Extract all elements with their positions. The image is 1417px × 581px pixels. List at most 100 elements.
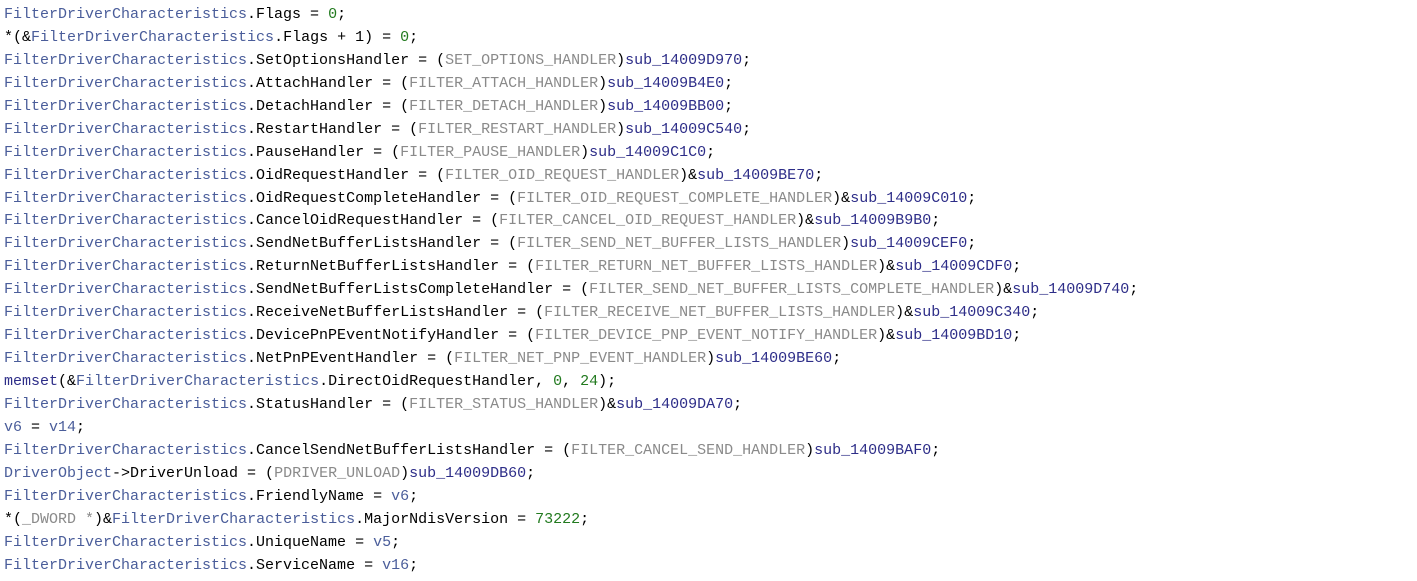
driver-object: DriverObject bbox=[4, 465, 112, 482]
function-ref: sub_14009C1C0 bbox=[589, 144, 706, 161]
struct-ref: FilterDriverCharacteristics bbox=[4, 6, 247, 23]
address-of: & bbox=[607, 396, 616, 413]
function-ref: sub_14009D970 bbox=[625, 52, 742, 69]
function-ref: sub_14009C010 bbox=[850, 190, 967, 207]
punct: ; bbox=[1030, 304, 1039, 321]
type-cast: FILTER_RECEIVE_NET_BUFFER_LISTS_HANDLER bbox=[544, 304, 895, 321]
local-var: v14 bbox=[49, 419, 76, 436]
punct: ); bbox=[598, 373, 616, 390]
struct-ref: FilterDriverCharacteristics bbox=[4, 327, 247, 344]
punct: ; bbox=[1012, 258, 1021, 275]
address-of: & bbox=[886, 327, 895, 344]
member: .NetPnPEventHandler = ( bbox=[247, 350, 454, 367]
member: .UniqueName = bbox=[247, 534, 373, 551]
function-ref: sub_14009C540 bbox=[625, 121, 742, 138]
member: .MajorNdisVersion = bbox=[355, 511, 535, 528]
function-ref: sub_14009BD10 bbox=[895, 327, 1012, 344]
struct-ref: FilterDriverCharacteristics bbox=[76, 373, 319, 390]
member: .CancelSendNetBufferListsHandler = ( bbox=[247, 442, 571, 459]
local-var: v6 bbox=[4, 419, 22, 436]
member: .ReceiveNetBufferListsHandler = ( bbox=[247, 304, 544, 321]
type-cast: FILTER_SEND_NET_BUFFER_LISTS_COMPLETE_HA… bbox=[589, 281, 994, 298]
punct: ; bbox=[580, 511, 589, 528]
address-of: & bbox=[688, 167, 697, 184]
operator: )& bbox=[94, 511, 112, 528]
address-of: & bbox=[805, 212, 814, 229]
punct: ; bbox=[931, 442, 940, 459]
member: .Flags + 1) = bbox=[274, 29, 400, 46]
type-cast: FILTER_NET_PNP_EVENT_HANDLER bbox=[454, 350, 706, 367]
numeric-literal: 24 bbox=[580, 373, 598, 390]
operator: = bbox=[22, 419, 49, 436]
member: .StatusHandler = ( bbox=[247, 396, 409, 413]
struct-ref: FilterDriverCharacteristics bbox=[4, 144, 247, 161]
punct: ; bbox=[724, 98, 733, 115]
struct-ref: FilterDriverCharacteristics bbox=[4, 98, 247, 115]
type-cast: _DWORD * bbox=[22, 511, 94, 528]
punct: ; bbox=[742, 121, 751, 138]
type-cast: FILTER_DETACH_HANDLER bbox=[409, 98, 598, 115]
type-cast: FILTER_CANCEL_OID_REQUEST_HANDLER bbox=[499, 212, 796, 229]
struct-ref: FilterDriverCharacteristics bbox=[4, 258, 247, 275]
punct: ; bbox=[724, 75, 733, 92]
type-cast: FILTER_RETURN_NET_BUFFER_LISTS_HANDLER bbox=[535, 258, 877, 275]
function-ref: sub_14009B4E0 bbox=[607, 75, 724, 92]
operator: *( bbox=[4, 511, 22, 528]
function-ref: sub_14009BE70 bbox=[697, 167, 814, 184]
member: .RestartHandler = ( bbox=[247, 121, 418, 138]
function-ref: sub_14009C340 bbox=[913, 304, 1030, 321]
address-of: & bbox=[841, 190, 850, 207]
member: .DevicePnPEventNotifyHandler = ( bbox=[247, 327, 535, 344]
punct: ) bbox=[994, 281, 1003, 298]
type-cast: FILTER_STATUS_HANDLER bbox=[409, 396, 598, 413]
struct-ref: FilterDriverCharacteristics bbox=[4, 442, 247, 459]
type-cast: FILTER_PAUSE_HANDLER bbox=[400, 144, 580, 161]
type-cast: FILTER_OID_REQUEST_COMPLETE_HANDLER bbox=[517, 190, 832, 207]
operator: *(& bbox=[4, 29, 31, 46]
type-cast: FILTER_ATTACH_HANDLER bbox=[409, 75, 598, 92]
type-cast: FILTER_DEVICE_PNP_EVENT_NOTIFY_HANDLER bbox=[535, 327, 877, 344]
function-ref: sub_14009DA70 bbox=[616, 396, 733, 413]
punct: ) bbox=[616, 121, 625, 138]
member: .SetOptionsHandler = ( bbox=[247, 52, 445, 69]
type-cast: FILTER_CANCEL_SEND_HANDLER bbox=[571, 442, 805, 459]
punct: ) bbox=[796, 212, 805, 229]
punct: ; bbox=[526, 465, 535, 482]
punct: ; bbox=[733, 396, 742, 413]
punct: ) bbox=[706, 350, 715, 367]
struct-ref: FilterDriverCharacteristics bbox=[4, 557, 247, 574]
local-var: v5 bbox=[373, 534, 391, 551]
type-cast: FILTER_SEND_NET_BUFFER_LISTS_HANDLER bbox=[517, 235, 841, 252]
punct: ) bbox=[580, 144, 589, 161]
member: .ReturnNetBufferListsHandler = ( bbox=[247, 258, 535, 275]
punct: ) bbox=[598, 396, 607, 413]
type-cast: FILTER_OID_REQUEST_HANDLER bbox=[445, 167, 679, 184]
struct-ref: FilterDriverCharacteristics bbox=[4, 396, 247, 413]
struct-ref: FilterDriverCharacteristics bbox=[31, 29, 274, 46]
punct: ; bbox=[814, 167, 823, 184]
punct: (& bbox=[58, 373, 76, 390]
type-cast: FILTER_RESTART_HANDLER bbox=[418, 121, 616, 138]
member: .PauseHandler = ( bbox=[247, 144, 400, 161]
decompiled-code-block: FilterDriverCharacteristics.Flags = 0; *… bbox=[0, 0, 1417, 581]
member: .DirectOidRequestHandler, bbox=[319, 373, 553, 390]
punct: ) bbox=[895, 304, 904, 321]
struct-ref: FilterDriverCharacteristics bbox=[4, 350, 247, 367]
punct: ) bbox=[805, 442, 814, 459]
member: .DetachHandler = ( bbox=[247, 98, 409, 115]
punct: ) bbox=[598, 98, 607, 115]
struct-ref: FilterDriverCharacteristics bbox=[4, 212, 247, 229]
punct: ) bbox=[877, 258, 886, 275]
struct-ref: FilterDriverCharacteristics bbox=[4, 121, 247, 138]
function-ref: sub_14009CEF0 bbox=[850, 235, 967, 252]
member: .ServiceName = bbox=[247, 557, 382, 574]
punct: ; bbox=[931, 212, 940, 229]
member: .OidRequestCompleteHandler = ( bbox=[247, 190, 517, 207]
function-call: memset bbox=[4, 373, 58, 390]
function-ref: sub_14009BE60 bbox=[715, 350, 832, 367]
member: .SendNetBufferListsHandler = ( bbox=[247, 235, 517, 252]
punct: ; bbox=[832, 350, 841, 367]
punct: ) bbox=[598, 75, 607, 92]
numeric-literal: 0 bbox=[553, 373, 562, 390]
member: .FriendlyName = bbox=[247, 488, 391, 505]
